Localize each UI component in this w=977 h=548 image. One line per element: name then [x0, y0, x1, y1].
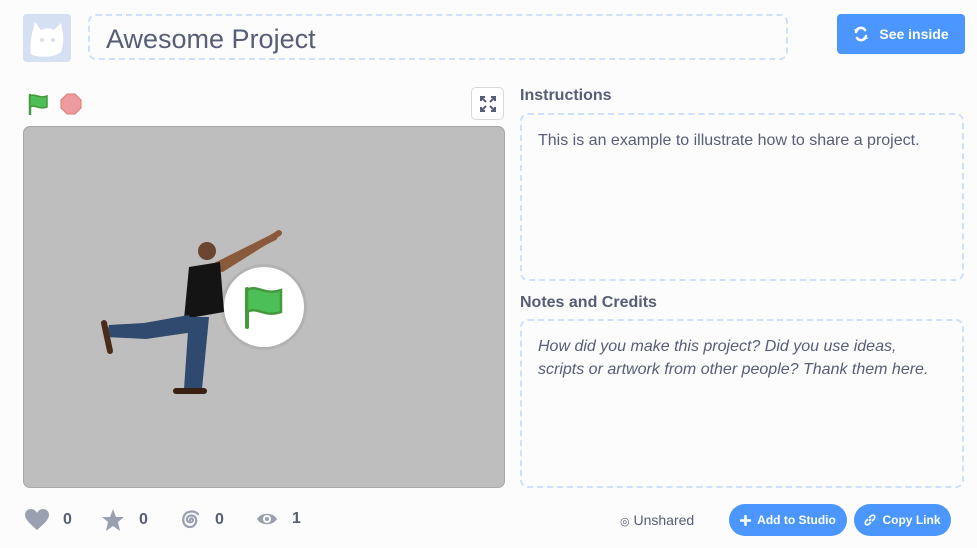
remix-count: 0	[215, 511, 224, 528]
plus-icon	[740, 514, 752, 526]
copy-link-button[interactable]: Copy Link	[854, 504, 951, 536]
heart-icon	[25, 509, 49, 530]
remix-stat: 0	[179, 508, 224, 532]
remix-spiral-icon	[182, 510, 200, 529]
project-title-field[interactable]: Awesome Project	[88, 14, 788, 60]
copy-link-label: Copy Link	[882, 513, 941, 527]
start-overlay-button[interactable]	[224, 267, 304, 347]
see-inside-button[interactable]: See inside	[837, 14, 965, 54]
add-to-studio-button[interactable]: Add to Studio	[729, 504, 847, 536]
project-stage[interactable]	[23, 126, 505, 488]
view-stat: 1	[256, 510, 301, 528]
share-status-label: Unshared	[633, 512, 695, 528]
add-to-studio-label: Add to Studio	[757, 513, 836, 527]
see-inside-label: See inside	[879, 26, 949, 42]
green-flag-icon	[28, 93, 48, 116]
unshared-icon: ◎	[620, 516, 630, 528]
notes-placeholder: How did you make this project? Did you u…	[538, 338, 929, 378]
project-title: Awesome Project	[106, 24, 316, 54]
view-count: 1	[292, 510, 301, 527]
project-avatar[interactable]	[23, 14, 71, 62]
remix-icon	[854, 26, 869, 42]
star-icon	[102, 509, 124, 531]
link-icon	[864, 514, 877, 526]
green-flag-button[interactable]	[27, 93, 51, 116]
fullscreen-button[interactable]	[471, 87, 504, 120]
love-count: 0	[63, 511, 72, 528]
eye-icon	[257, 513, 277, 525]
instructions-text: This is an example to illustrate how to …	[538, 132, 920, 149]
notes-textarea[interactable]: How did you make this project? Did you u…	[520, 319, 964, 488]
stop-button[interactable]	[60, 93, 82, 115]
green-flag-icon	[245, 287, 283, 329]
love-stat[interactable]: 0	[25, 509, 72, 531]
favorite-stat[interactable]: 0	[101, 508, 148, 532]
cat-avatar-icon	[23, 14, 71, 62]
notes-label: Notes and Credits	[520, 294, 657, 311]
instructions-textarea[interactable]: This is an example to illustrate how to …	[520, 113, 964, 281]
favorite-count: 0	[139, 511, 148, 528]
fullscreen-icon	[479, 95, 496, 112]
stop-icon	[60, 93, 82, 115]
instructions-label: Instructions	[520, 87, 612, 104]
share-status: ◎ Unshared	[620, 512, 694, 528]
